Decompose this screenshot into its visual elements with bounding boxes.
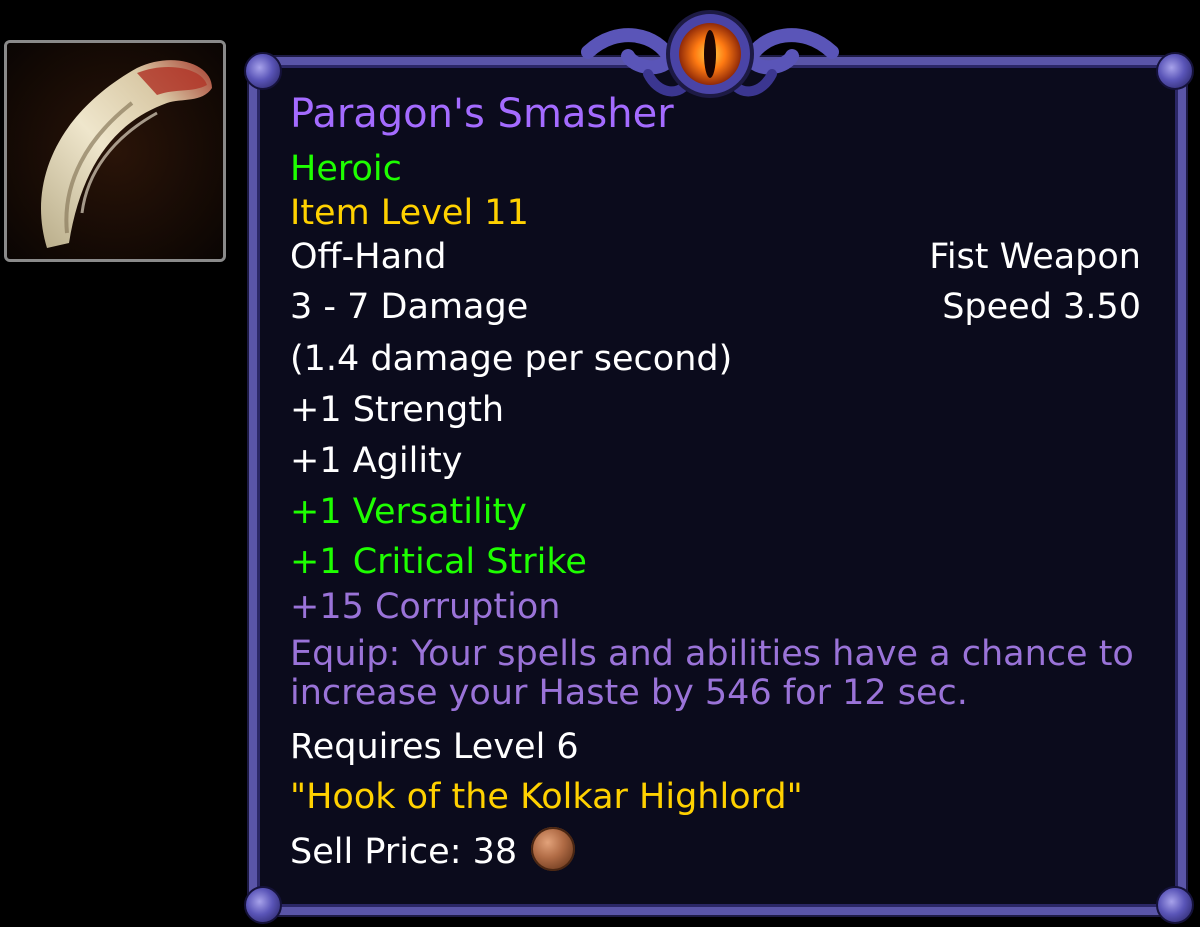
stat-strength: +1 Strength (290, 390, 505, 430)
sell-price-label: Sell Price: 38 (290, 832, 518, 872)
claw-hook-icon (7, 43, 223, 259)
stat-critical-strike: +1 Critical Strike (290, 542, 587, 582)
item-type: Fist Weapon (929, 237, 1141, 277)
frame-corner-ornament (1156, 52, 1194, 90)
item-icon-frame[interactable] (4, 40, 226, 262)
frame-corner-ornament (244, 886, 282, 924)
item-level: Item Level 11 (290, 193, 529, 233)
slot-row: Off-Hand Fist Weapon (290, 240, 1141, 275)
item-slot: Off-Hand (290, 237, 447, 277)
stat-agility: +1 Agility (290, 441, 463, 481)
frame-corner-ornament (244, 52, 282, 90)
sell-price: Sell Price: 38 (290, 827, 576, 875)
frame-corner-ornament (1156, 886, 1194, 924)
copper-coin-icon (531, 827, 576, 871)
item-name: Paragon's Smasher (290, 91, 674, 137)
item-quality: Heroic (290, 149, 402, 189)
item-speed: Speed 3.50 (942, 287, 1141, 327)
item-dps: (1.4 damage per second) (290, 339, 733, 379)
item-damage: 3 - 7 Damage (290, 287, 529, 327)
damage-row: 3 - 7 Damage Speed 3.50 (290, 290, 1141, 325)
corruption-stat: +15 Corruption (290, 587, 561, 627)
eye-crest-icon (581, 10, 839, 98)
stat-versatility: +1 Versatility (290, 492, 527, 532)
equip-effect: Equip: Your spells and abilities have a … (290, 634, 1134, 713)
flavor-text: "Hook of the Kolkar Highlord" (290, 777, 803, 817)
required-level: Requires Level 6 (290, 727, 579, 767)
